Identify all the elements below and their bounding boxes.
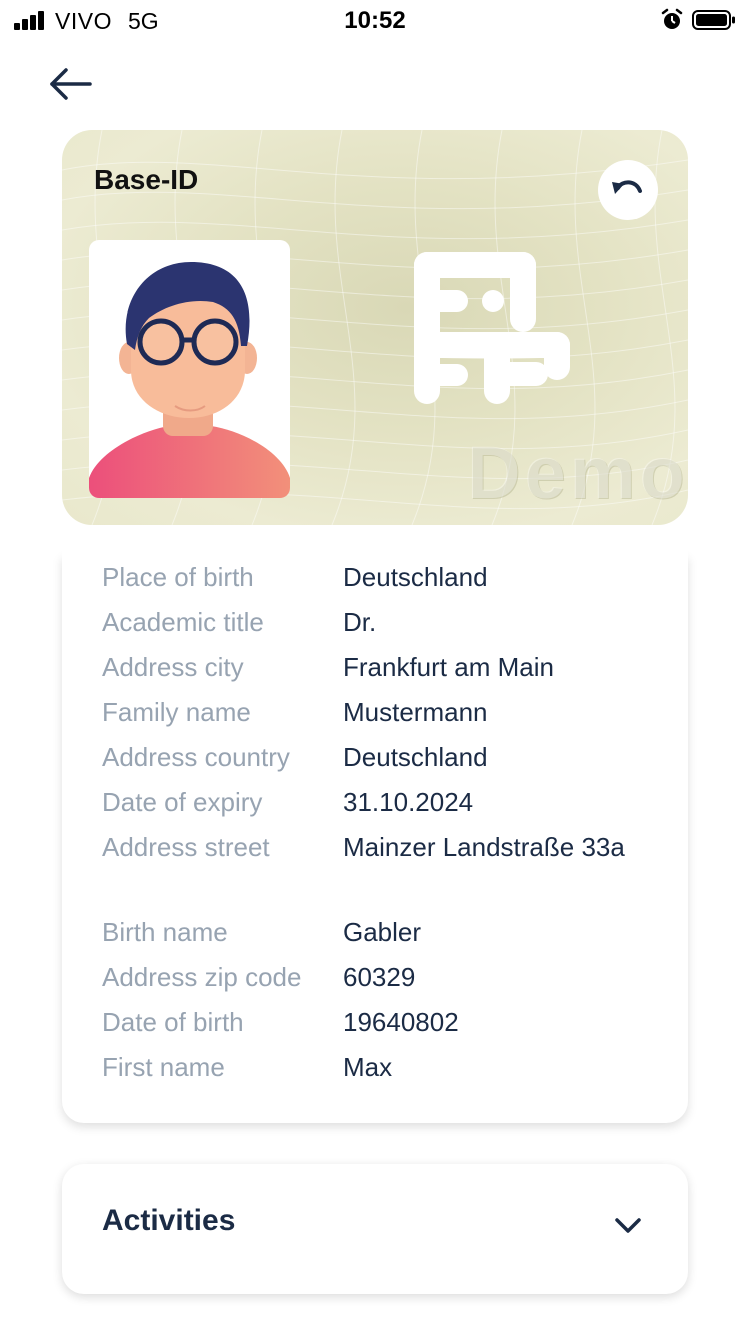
detail-label: Address city xyxy=(102,652,244,682)
flip-card-button[interactable] xyxy=(598,160,658,220)
screen: VIVO 5G 10:52 Base-ID Demo Place of birt… xyxy=(0,0,750,1334)
back-arrow-icon[interactable] xyxy=(46,64,96,104)
detail-value: Gabler xyxy=(343,917,422,947)
status-bar: VIVO 5G 10:52 xyxy=(0,0,750,40)
detail-label: Address zip code xyxy=(102,962,302,992)
detail-label: Address country xyxy=(102,742,290,772)
detail-label: Birth name xyxy=(102,917,228,947)
detail-value: Dr. xyxy=(343,607,377,637)
detail-value: Max xyxy=(343,1052,393,1082)
battery-icon xyxy=(692,10,735,30)
activities-accordion[interactable]: Activities xyxy=(62,1164,688,1294)
undo-icon xyxy=(612,180,642,194)
detail-value: 31.10.2024 xyxy=(343,787,474,817)
detail-label: Place of birth xyxy=(102,562,254,592)
detail-label: First name xyxy=(102,1052,225,1082)
detail-label: Family name xyxy=(102,697,251,727)
id-card: Base-ID Demo xyxy=(62,130,688,525)
activities-title: Activities xyxy=(102,1204,236,1237)
detail-value: 19640802 xyxy=(343,1007,459,1037)
detail-value: Deutschland xyxy=(343,562,488,592)
detail-label: Address street xyxy=(102,832,270,862)
chevron-down-icon xyxy=(615,1218,641,1233)
detail-label: Date of expiry xyxy=(102,787,263,817)
card-title: Base-ID xyxy=(94,164,199,195)
detail-value: Frankfurt am Main xyxy=(343,652,554,682)
detail-label: Academic title xyxy=(102,607,264,637)
detail-value: Mustermann xyxy=(343,697,488,727)
detail-label: Date of birth xyxy=(102,1007,244,1037)
details-panel: Place of birth Deutschland Academic titl… xyxy=(62,545,688,1123)
demo-watermark: Demo xyxy=(467,431,688,514)
detail-value: Deutschland xyxy=(343,742,488,772)
detail-value: 60329 xyxy=(343,962,416,992)
alarm-icon xyxy=(661,8,683,29)
status-time: 10:52 xyxy=(344,7,406,34)
avatar xyxy=(89,240,290,498)
brand-logo xyxy=(414,252,570,404)
detail-value: Mainzer Landstraße 33a xyxy=(343,832,625,862)
